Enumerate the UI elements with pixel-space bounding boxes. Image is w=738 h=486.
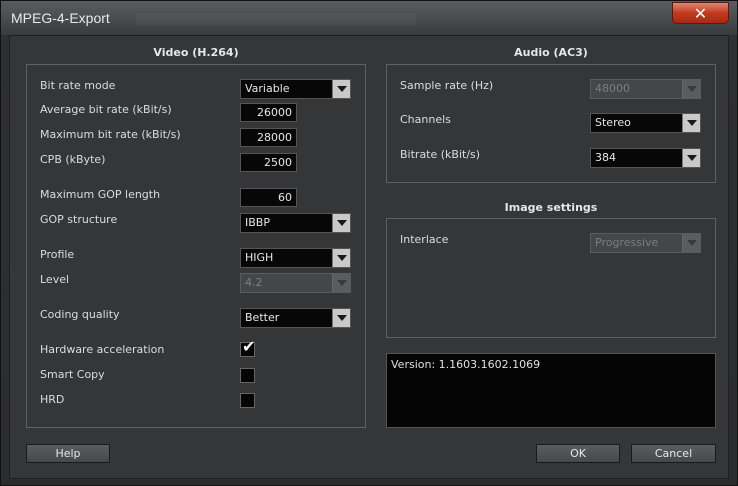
chevron-down-icon[interactable]: [332, 214, 350, 232]
sample-rate-dropdown: 48000: [590, 79, 701, 99]
average-bit-rate-input[interactable]: 26000: [240, 103, 297, 122]
mpeg4-export-dialog: MPEG-4-Export ✕ Video (H.264) Bit rate m…: [0, 0, 738, 486]
help-button[interactable]: Help: [26, 444, 110, 463]
channels-value: Stereo: [595, 116, 631, 129]
chevron-down-icon[interactable]: [682, 114, 700, 132]
chevron-down-icon: [332, 274, 350, 292]
interlace-dropdown: Progressive: [590, 233, 701, 253]
sample-rate-value: 48000: [595, 82, 630, 95]
maximum-bit-rate-input[interactable]: 28000: [240, 128, 297, 147]
profile-dropdown[interactable]: HIGH: [240, 248, 351, 268]
profile-value: HIGH: [245, 251, 274, 264]
title-bar-background-blur: [136, 13, 416, 25]
smart-copy-label: Smart Copy: [40, 368, 105, 381]
bit-rate-mode-value: Variable: [245, 82, 290, 95]
coding-quality-value: Better: [245, 311, 280, 324]
sample-rate-label: Sample rate (Hz): [400, 79, 494, 92]
close-icon: ✕: [693, 4, 708, 23]
image-settings-title: Image settings: [504, 201, 598, 214]
chevron-down-icon[interactable]: [682, 149, 700, 167]
hrd-label: HRD: [40, 393, 65, 406]
chevron-down-icon: [682, 80, 700, 98]
interlace-value: Progressive: [595, 236, 659, 249]
cancel-button[interactable]: Cancel: [631, 444, 716, 463]
checkmark-icon: ✔: [242, 337, 256, 356]
chevron-down-icon[interactable]: [332, 249, 350, 267]
hardware-acceleration-checkbox[interactable]: ✔: [240, 337, 256, 357]
ok-button[interactable]: OK: [536, 444, 620, 463]
window-title: MPEG-4-Export: [11, 10, 110, 26]
chevron-down-icon[interactable]: [332, 80, 350, 98]
cpb-input[interactable]: 2500: [240, 153, 297, 172]
video-section-title: Video (H.264): [153, 46, 239, 59]
bit-rate-mode-label: Bit rate mode: [40, 79, 116, 92]
level-dropdown: 4.2: [240, 273, 351, 293]
profile-label: Profile: [40, 248, 75, 261]
title-bar[interactable]: MPEG-4-Export: [1, 1, 737, 35]
interlace-label: Interlace: [400, 233, 449, 246]
level-label: Level: [40, 273, 70, 286]
close-button[interactable]: ✕: [672, 2, 729, 24]
audio-bitrate-dropdown[interactable]: 384: [590, 148, 701, 168]
coding-quality-label: Coding quality: [40, 308, 120, 321]
level-value: 4.2: [245, 276, 263, 289]
channels-label: Channels: [400, 113, 451, 126]
channels-dropdown[interactable]: Stereo: [590, 113, 701, 133]
max-gop-label: Maximum GOP length: [40, 188, 161, 201]
hardware-acceleration-label: Hardware acceleration: [40, 343, 165, 356]
maximum-bit-rate-label: Maximum bit rate (kBit/s): [40, 128, 181, 141]
audio-bitrate-value: 384: [595, 151, 616, 164]
average-bit-rate-label: Average bit rate (kBit/s): [40, 103, 172, 116]
audio-section-title: Audio (AC3): [514, 46, 588, 59]
gop-structure-value: IBBP: [245, 216, 270, 229]
hrd-checkbox[interactable]: [240, 393, 255, 408]
audio-bitrate-label: Bitrate (kBit/s): [400, 148, 481, 161]
bit-rate-mode-dropdown[interactable]: Variable: [240, 79, 351, 99]
gop-structure-dropdown[interactable]: IBBP: [240, 213, 351, 233]
coding-quality-dropdown[interactable]: Better: [240, 308, 351, 328]
smart-copy-checkbox[interactable]: [240, 368, 255, 383]
gop-structure-label: GOP structure: [40, 213, 118, 226]
version-info-box: Version: 1.1603.1602.1069: [386, 353, 716, 428]
max-gop-input[interactable]: 60: [240, 188, 297, 207]
chevron-down-icon[interactable]: [332, 309, 350, 327]
cpb-label: CPB (kByte): [40, 153, 106, 166]
dialog-content: Video (H.264) Bit rate mode Variable Ave…: [9, 35, 729, 479]
version-text: Version: 1.1603.1602.1069: [391, 358, 541, 371]
chevron-down-icon: [682, 234, 700, 252]
